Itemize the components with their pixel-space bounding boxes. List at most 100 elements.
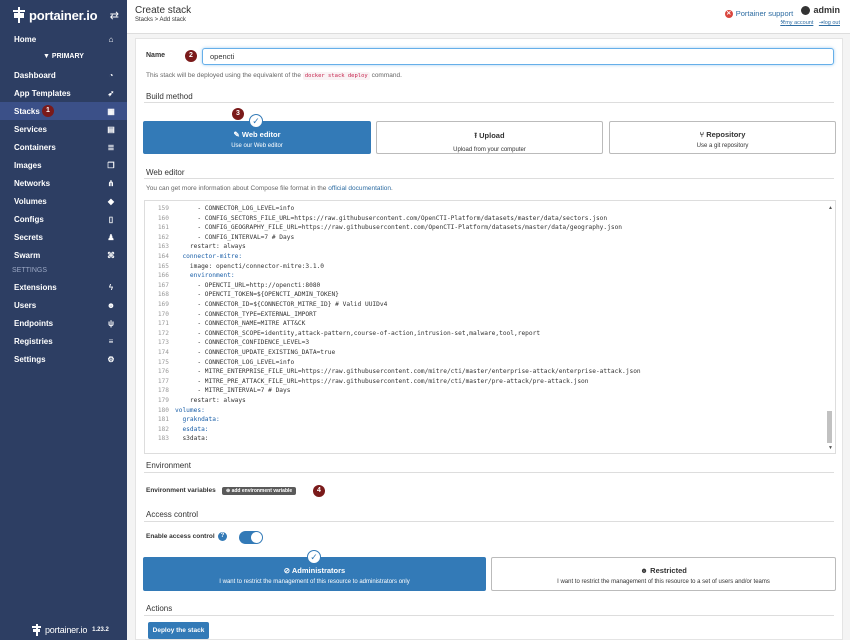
official-documentation-link[interactable]: official documentation [328, 185, 391, 192]
sidebar-item-swarm[interactable]: Swarm ⌘ [0, 246, 127, 264]
code-line[interactable]: 177 - MITRE_PRE_ATTACK_FILE_URL=https://… [145, 377, 589, 387]
code-line[interactable]: 159 - CONNECTOR_LOG_LEVEL=info [145, 204, 294, 214]
sidebar-item-label: Swarm [14, 250, 41, 260]
code-line[interactable]: 163 restart: always [145, 242, 246, 252]
sidebar-item-registries[interactable]: Registries ≡ [0, 332, 127, 350]
user-menu[interactable]: admin [801, 5, 840, 15]
line-number: 159 [157, 205, 169, 212]
portainer-logo[interactable]: portainer.io [13, 7, 98, 23]
sidebar-item-images[interactable]: Images ❐ [0, 156, 127, 174]
step-marker-4: 4 [313, 485, 325, 497]
log-out-link[interactable]: ⇥log out [819, 20, 840, 26]
line-text: image: opencti/connector-mitre:3.1.0 [175, 262, 325, 270]
deploy-stack-button[interactable]: Deploy the stack [148, 622, 209, 639]
support-link[interactable]: ✕ Portainer support [724, 9, 794, 18]
line-number: 179 [157, 397, 169, 404]
sidebar-item-networks[interactable]: Networks ⋔ [0, 174, 127, 192]
line-text: - CONNECTOR_UPDATE_EXISTING_DATA=true [175, 349, 336, 356]
code-line[interactable]: 174 - CONNECTOR_UPDATE_EXISTING_DATA=tru… [145, 348, 335, 358]
code-line[interactable]: 172 - CONNECTOR_SCOPE=identity,attack-pa… [145, 329, 540, 339]
code-line[interactable]: 171 - CONNECTOR_NAME=MITRE ATT&CK [145, 319, 306, 329]
code-editor[interactable]: 159 - CONNECTOR_LOG_LEVEL=info 160 - CONF… [144, 200, 836, 454]
sidebar-item-volumes[interactable]: Volumes ◆ [0, 192, 127, 210]
stack-name-input[interactable] [202, 48, 834, 65]
sidebar-item-stacks[interactable]: Stacks ▦ [0, 102, 127, 120]
access-control-toggle[interactable] [239, 531, 263, 544]
code-line[interactable]: 180 volumes: [145, 406, 205, 416]
cogs-icon: ⚙ [107, 354, 115, 364]
method-repository[interactable]: ⑂ Repository Use a git repository [609, 121, 836, 154]
sidebar-item-containers[interactable]: Containers ≣ [0, 138, 127, 156]
object-group-icon: ⌘ [107, 250, 115, 260]
method-upload[interactable]: ⭱ Upload Upload from your computer [376, 121, 603, 154]
add-env-var-button[interactable]: ⊕ add environment variable [222, 487, 297, 495]
sidebar-item-label: Endpoints [14, 318, 54, 328]
sidebar-item-label: Dashboard [14, 70, 56, 80]
access-control-title: Access control [146, 510, 199, 519]
sidebar-item-extensions[interactable]: Extensions ϟ [0, 278, 127, 296]
code-line[interactable]: 169 - CONNECTOR_ID=${CONNECTOR_MITRE_ID}… [145, 300, 388, 310]
sidebar-item-home[interactable]: Home ⌂ [0, 30, 127, 48]
sidebar-item-services[interactable]: Services ▤ [0, 120, 127, 138]
line-text: - OPENCTI_TOKEN=${OPENCTI_ADMIN_TOKEN} [175, 291, 339, 299]
sidebar-item-label: Services [14, 124, 47, 134]
line-number: 176 [157, 368, 169, 376]
line-text: - MITRE_PRE_ATTACK_FILE_URL=https://raw.… [175, 377, 589, 385]
home-icon: ⌂ [108, 34, 114, 44]
line-text: restart: always [175, 243, 246, 251]
code-line[interactable]: 161 - CONFIG_GEOGRAPHY_FILE_URL=https://… [145, 223, 622, 233]
sidebar-item-label: Extensions [14, 282, 57, 292]
code-line[interactable]: 162 - CONFIG_INTERVAL=7 # Days [145, 233, 294, 243]
step-marker-3: 3 [232, 108, 244, 120]
code-line[interactable]: 182 esdata: [145, 425, 209, 435]
access-restricted[interactable]: ☻ Restricted I want to restrict the mana… [491, 557, 836, 591]
code-line[interactable]: 176 - MITRE_ENTERPRISE_FILE_URL=https://… [145, 367, 641, 377]
sidebar-item-secrets[interactable]: Secrets ♟ [0, 228, 127, 246]
sidebar-item-dashboard[interactable]: Dashboard ◔ [0, 66, 127, 84]
code-line[interactable]: 166 environment: [145, 271, 235, 281]
question-circle-icon[interactable]: ? [218, 532, 227, 541]
step-marker-1: 1 [42, 105, 54, 117]
cubes-icon: ◆ [107, 196, 115, 206]
sidebar-item-app-templates[interactable]: App Templates ➶ [0, 84, 127, 102]
code-line[interactable]: 183 s3data: [145, 434, 209, 444]
users-icon: ☻ [640, 566, 649, 575]
create-stack-form: Name 2 This stack will be deployed using… [135, 38, 843, 640]
code-line[interactable]: 168 - OPENCTI_TOKEN=${OPENCTI_ADMIN_TOKE… [145, 290, 339, 300]
line-text: - CONFIG_SECTORS_FILE_URL=https://raw.gi… [175, 214, 608, 222]
line-number: 175 [157, 358, 169, 366]
code-line[interactable]: 167 - OPENCTI_URL=http://opencti:8080 [145, 281, 320, 291]
line-text: restart: always [175, 397, 246, 404]
code-line[interactable]: 165 image: opencti/connector-mitre:3.1.0 [145, 262, 324, 272]
support-label: Portainer support [735, 9, 794, 18]
web-editor-title: Web editor [146, 168, 185, 177]
exchange-icon[interactable]: ⇄ [110, 9, 119, 22]
code-line[interactable]: 160 - CONFIG_SECTORS_FILE_URL=https://ra… [145, 214, 607, 224]
line-number: 166 [157, 272, 169, 280]
users-icon: ☻ [106, 300, 116, 310]
code-line[interactable]: 173 - CONNECTOR_CONFIDENCE_LEVEL=3 [145, 338, 309, 348]
divider [144, 102, 834, 103]
sidebar-item-configs[interactable]: Configs ▯ [0, 210, 127, 228]
code-line[interactable]: 164 connector-mitre: [145, 252, 242, 262]
code-line[interactable]: 175 - CONNECTOR_LOG_LEVEL=info [145, 358, 294, 368]
username: admin [813, 5, 840, 15]
sidebar-item-endpoints[interactable]: Endpoints ψ [0, 314, 127, 332]
code-line[interactable]: 170 - CONNECTOR_TYPE=EXTERNAL_IMPORT [145, 310, 317, 320]
line-number: 162 [157, 233, 169, 241]
code-line[interactable]: 178 - MITRE_INTERVAL=7 # Days [145, 386, 291, 396]
my-account-link[interactable]: ⚒my account [780, 20, 813, 26]
scroll-up-icon[interactable]: ▲ [828, 205, 833, 211]
scroll-down-icon[interactable]: ▼ [828, 445, 833, 451]
th-list-icon: ▦ [107, 106, 115, 116]
line-text: connector-mitre: [175, 253, 243, 260]
breadcrumb[interactable]: Stacks > Add stack [135, 17, 186, 23]
line-text: - CONFIG_INTERVAL=7 # Days [175, 233, 295, 241]
code-line[interactable]: 179 restart: always [145, 396, 246, 406]
actions-title: Actions [146, 604, 173, 613]
sidebar-item-users[interactable]: Users ☻ [0, 296, 127, 314]
sidebar-item-settings[interactable]: Settings ⚙ [0, 350, 127, 368]
line-number: 181 [157, 416, 169, 424]
editor-scroll-thumb[interactable] [827, 411, 832, 443]
code-line[interactable]: 181 grakndata: [145, 415, 220, 425]
